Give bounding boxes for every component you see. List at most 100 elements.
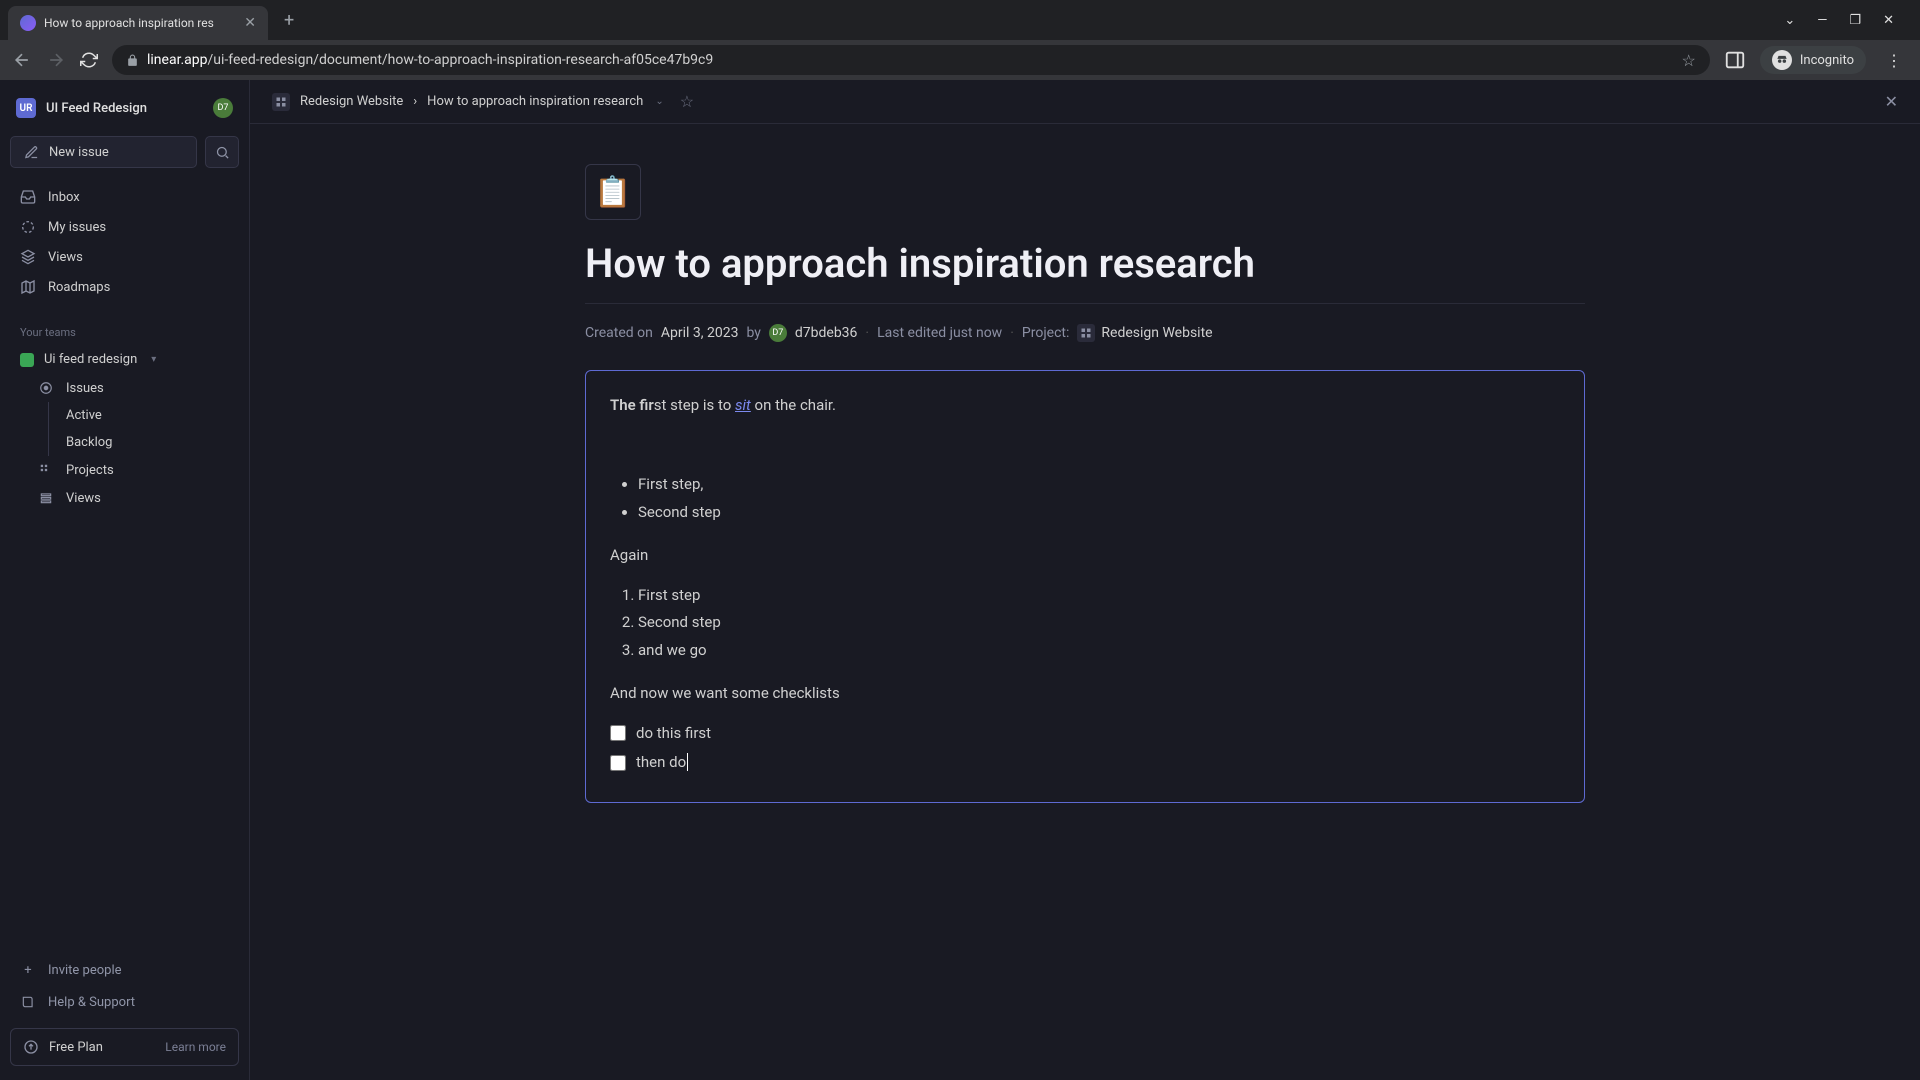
nav-label: Roadmaps xyxy=(48,280,110,295)
new-tab-button[interactable]: + xyxy=(274,10,304,31)
team-sublist: Issues Active Backlog Projects Views xyxy=(10,374,239,512)
sidebar-item-my-issues[interactable]: My issues xyxy=(10,212,239,242)
editor-paragraph[interactable]: The first step is to sit on the chair. xyxy=(610,393,1560,419)
browser-menu-icon[interactable]: ⋮ xyxy=(1880,51,1908,70)
main-panel: Redesign Website › How to approach inspi… xyxy=(250,80,1920,1080)
address-bar: linear.app/ui-feed-redesign/document/how… xyxy=(0,40,1920,80)
target-icon xyxy=(20,219,36,235)
list-item[interactable]: First step, xyxy=(638,472,1560,498)
meta-separator: · xyxy=(1010,325,1014,341)
incognito-icon xyxy=(1772,50,1792,70)
user-avatar[interactable]: D7 xyxy=(213,98,233,118)
help-support-button[interactable]: Help & Support xyxy=(10,986,239,1018)
check-label[interactable]: then do xyxy=(636,750,688,776)
browser-tab[interactable]: How to approach inspiration res ✕ xyxy=(8,6,268,40)
arrow-up-circle-icon xyxy=(23,1039,39,1055)
plan-name: Free Plan xyxy=(49,1040,103,1055)
sidebar-item-inbox[interactable]: Inbox xyxy=(10,182,239,212)
editor-numbered-list[interactable]: First step Second step and we go xyxy=(638,583,1560,664)
project-icon xyxy=(272,93,290,111)
breadcrumb-doc[interactable]: How to approach inspiration research xyxy=(427,94,643,109)
favorite-star-icon[interactable]: ☆ xyxy=(680,92,694,111)
side-panel-icon[interactable] xyxy=(1724,49,1746,71)
reload-button[interactable] xyxy=(80,51,98,69)
bookmark-star-icon[interactable]: ☆ xyxy=(1682,51,1696,70)
workspace-switcher[interactable]: UR UI Feed Redesign D7 xyxy=(10,94,239,122)
editor-bullet-list[interactable]: First step, Second step xyxy=(638,472,1560,525)
tab-title: How to approach inspiration res xyxy=(44,16,236,30)
list-item[interactable]: Second step xyxy=(638,500,1560,526)
url-input[interactable]: linear.app/ui-feed-redesign/document/how… xyxy=(112,45,1710,75)
checkbox[interactable] xyxy=(610,725,626,741)
invite-label: Invite people xyxy=(48,963,122,978)
chevron-down-icon[interactable]: ⌄ xyxy=(655,96,663,107)
back-button[interactable] xyxy=(12,50,32,70)
document-editor[interactable]: The first step is to sit on the chair. F… xyxy=(585,370,1585,803)
new-issue-button[interactable]: New issue xyxy=(10,136,197,168)
issues-icon xyxy=(38,380,54,396)
editor-checklist-item[interactable]: do this first xyxy=(610,721,1560,747)
tab-bar: How to approach inspiration res ✕ + ⌄ — … xyxy=(0,0,1920,40)
stack-icon xyxy=(38,490,54,506)
document-emoji[interactable]: 📋 xyxy=(585,164,641,220)
forward-button[interactable] xyxy=(46,50,66,70)
nav-label: Inbox xyxy=(48,190,80,205)
project-icon xyxy=(1077,324,1095,342)
breadcrumb-project[interactable]: Redesign Website xyxy=(300,94,403,109)
editor-link[interactable]: sit xyxy=(735,396,751,414)
list-item[interactable]: and we go xyxy=(638,638,1560,664)
team-row[interactable]: Ui feed redesign ▾ xyxy=(10,345,239,374)
inbox-icon xyxy=(20,189,36,205)
nav-label: My issues xyxy=(48,220,106,235)
list-item[interactable]: Second step xyxy=(638,610,1560,636)
last-edited: Last edited just now xyxy=(877,325,1002,341)
project-chip[interactable]: Redesign Website xyxy=(1077,324,1212,342)
meta-separator: · xyxy=(865,325,869,341)
pencil-icon xyxy=(23,144,39,160)
sidebar-item-projects[interactable]: Projects xyxy=(10,456,239,484)
editor-paragraph-empty[interactable] xyxy=(610,433,1560,459)
maximize-icon[interactable]: ❐ xyxy=(1849,13,1861,28)
nav-label: Issues xyxy=(66,381,104,396)
list-item[interactable]: First step xyxy=(638,583,1560,609)
author-name[interactable]: d7bdeb36 xyxy=(795,325,858,341)
sidebar-item-issues[interactable]: Issues xyxy=(10,374,239,402)
by-label: by xyxy=(746,325,760,341)
sidebar-item-views[interactable]: Views xyxy=(10,242,239,272)
book-icon xyxy=(20,994,36,1010)
project-name: Redesign Website xyxy=(1101,325,1212,341)
plan-box[interactable]: Free Plan Learn more xyxy=(10,1028,239,1066)
check-label[interactable]: do this first xyxy=(636,721,711,747)
search-button[interactable] xyxy=(205,136,239,168)
editor-paragraph[interactable]: And now we want some checklists xyxy=(610,681,1560,707)
text: on the chair. xyxy=(751,396,836,414)
nav-label: Views xyxy=(66,491,101,506)
teams-section-label: Your teams xyxy=(10,320,239,345)
chevron-down-icon: ▾ xyxy=(151,354,156,365)
document-title[interactable]: How to approach inspiration research xyxy=(585,240,1585,304)
sidebar-item-backlog[interactable]: Backlog xyxy=(10,429,239,456)
plus-icon: + xyxy=(20,962,36,978)
sidebar-item-team-views[interactable]: Views xyxy=(10,484,239,512)
close-tab-icon[interactable]: ✕ xyxy=(244,15,256,31)
document-scroll[interactable]: 📋 How to approach inspiration research C… xyxy=(250,124,1920,1080)
incognito-badge[interactable]: Incognito xyxy=(1760,46,1866,74)
sidebar-item-active[interactable]: Active xyxy=(10,402,239,429)
sidebar: UR UI Feed Redesign D7 New issue Inbox M… xyxy=(0,80,250,1080)
editor-paragraph[interactable]: Again xyxy=(610,543,1560,569)
text-caret xyxy=(686,753,688,771)
close-window-icon[interactable]: ✕ xyxy=(1883,13,1894,28)
editor-checklist-item[interactable]: then do xyxy=(610,750,1560,776)
invite-people-button[interactable]: + Invite people xyxy=(10,954,239,986)
incognito-label: Incognito xyxy=(1800,53,1854,68)
learn-more-link[interactable]: Learn more xyxy=(165,1040,226,1054)
help-label: Help & Support xyxy=(48,995,135,1010)
sidebar-item-roadmaps[interactable]: Roadmaps xyxy=(10,272,239,302)
tab-search-icon[interactable]: ⌄ xyxy=(1784,13,1795,28)
minimize-icon[interactable]: — xyxy=(1817,13,1827,28)
projects-icon xyxy=(38,462,54,478)
linear-favicon xyxy=(20,15,36,31)
close-panel-icon[interactable]: ✕ xyxy=(1885,92,1898,111)
checkbox[interactable] xyxy=(610,755,626,771)
nav-label: Backlog xyxy=(66,435,112,450)
